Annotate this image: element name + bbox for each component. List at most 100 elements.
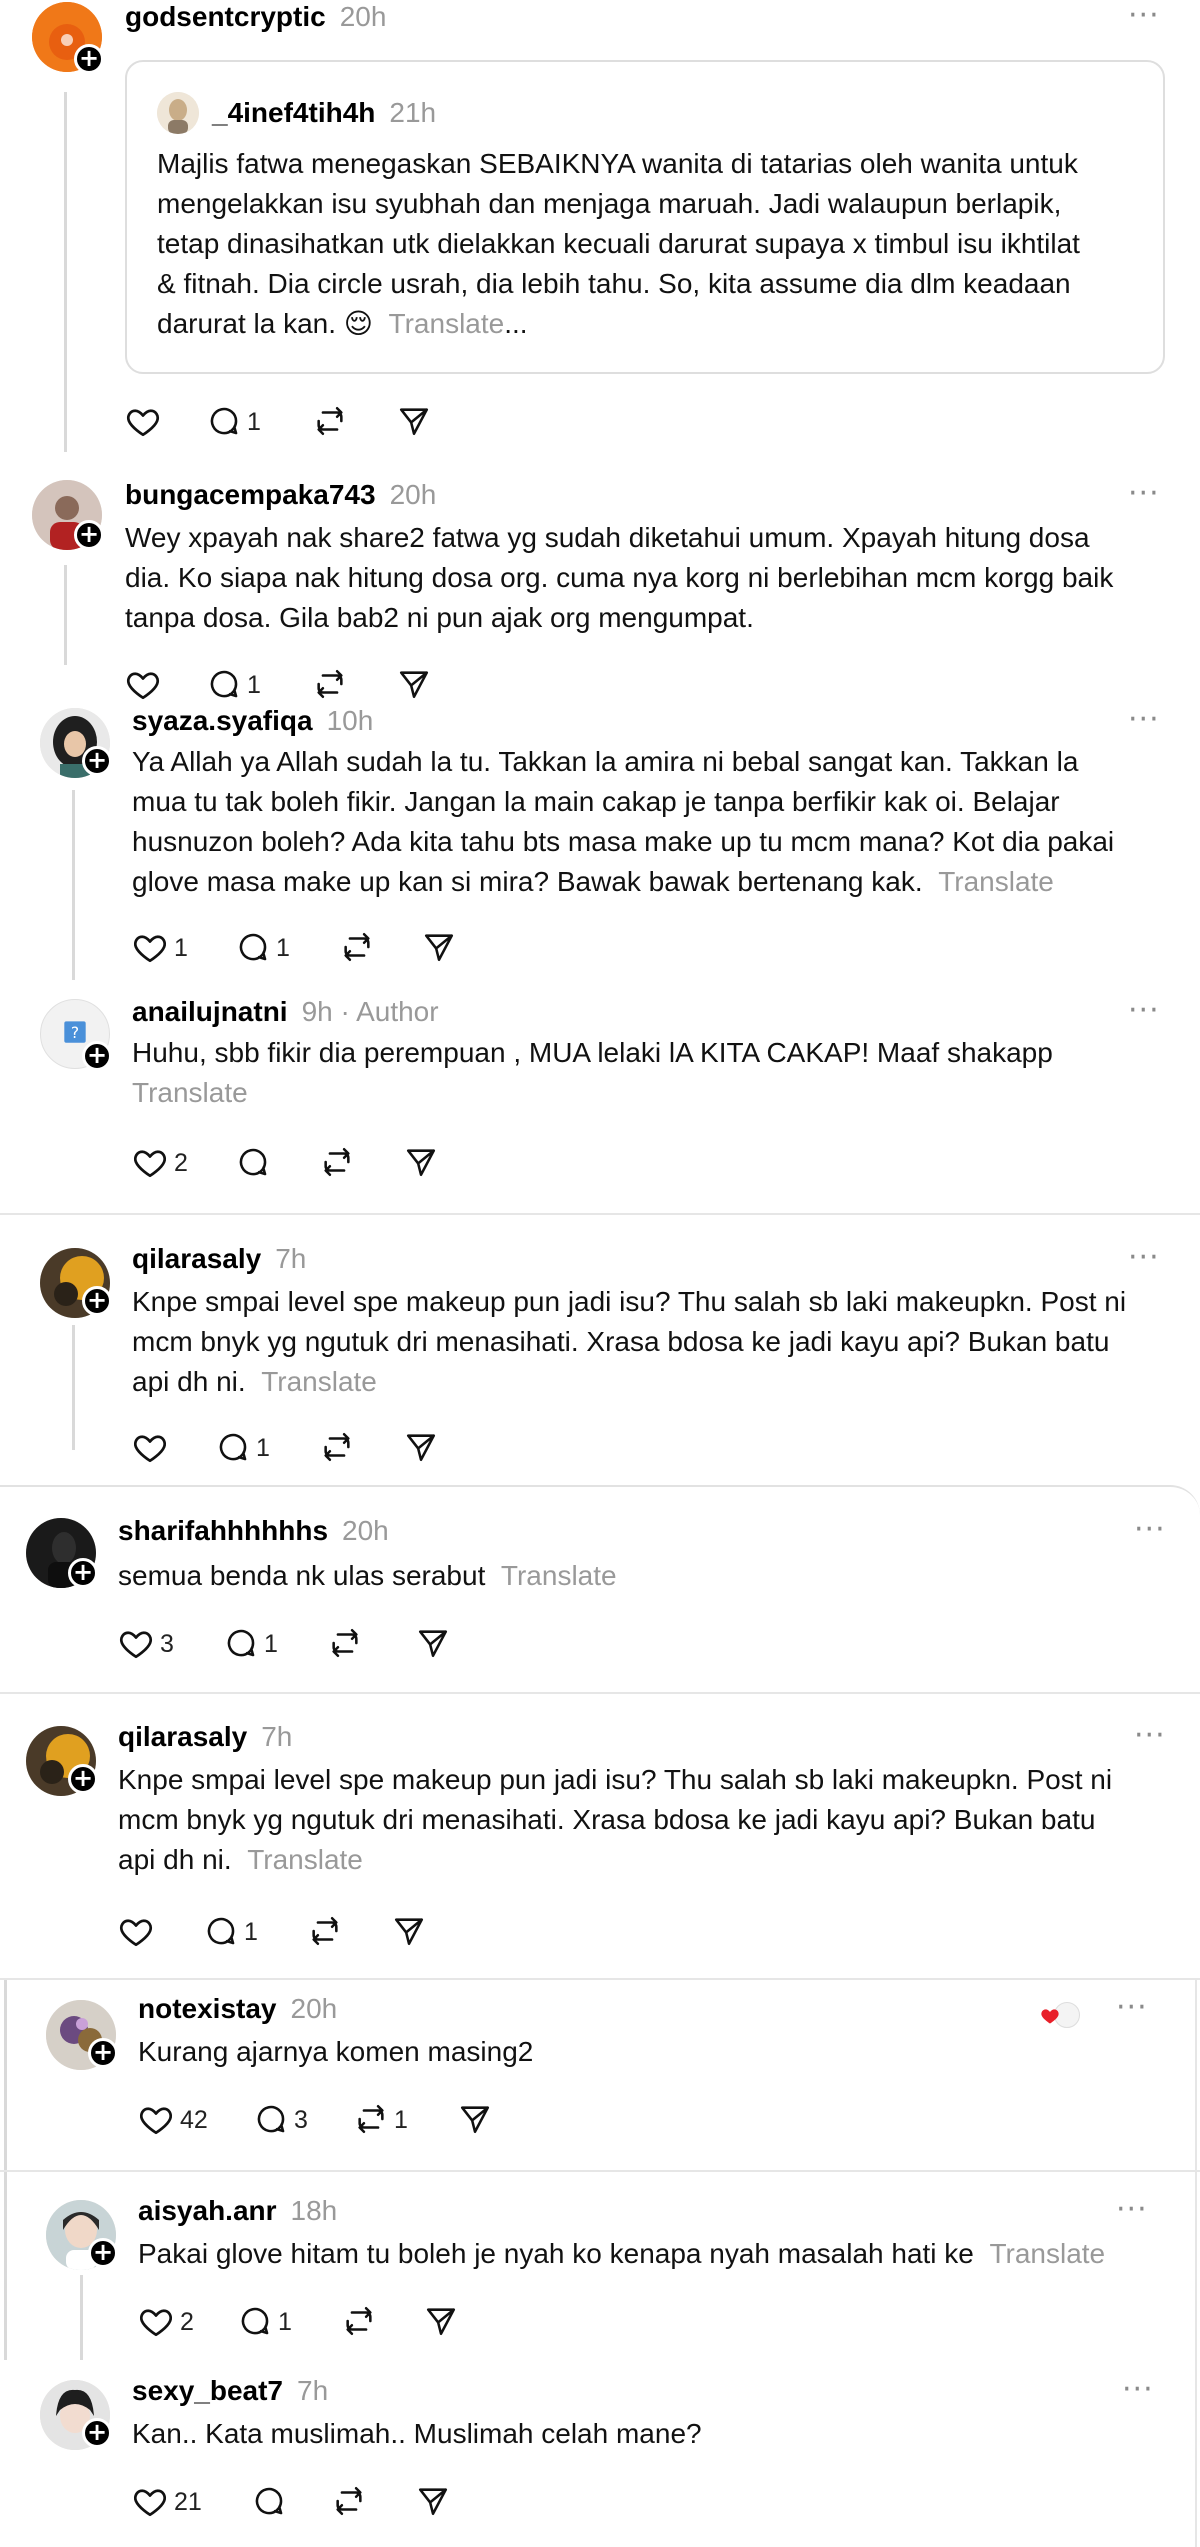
send-icon: [406, 1149, 436, 1177]
text-line: api dh ni.: [118, 1844, 232, 1875]
send-icon: [418, 2488, 448, 2516]
follow-button[interactable]: +: [82, 2418, 112, 2448]
more-options-icon[interactable]: ···: [1116, 1993, 1148, 2023]
username[interactable]: godsentcryptic: [125, 1, 326, 32]
reply-count: 1: [247, 408, 261, 436]
reply-count: 1: [278, 2308, 292, 2336]
timestamp: 20h: [389, 479, 437, 510]
text-line: Knpe smpai level spe makeup pun jadi isu…: [118, 1764, 1113, 1795]
like-count: 3: [160, 1630, 174, 1658]
follow-button[interactable]: +: [68, 1764, 98, 1794]
text-line: Huhu, sbb fikir dia perempuan , MUA lela…: [132, 1037, 1053, 1068]
follow-button[interactable]: +: [88, 2238, 118, 2268]
send-icon: [399, 408, 429, 436]
text-line: dia. Ko siapa nak hitung dosa org. cuma …: [125, 562, 1114, 593]
quoted-username[interactable]: _4inef4tih4h: [212, 97, 375, 128]
read-more[interactable]: ...: [504, 308, 527, 339]
translate-link[interactable]: Translate: [501, 1560, 617, 1591]
heart-icon: [139, 2309, 173, 2337]
thread-line: [64, 565, 67, 665]
follow-button[interactable]: +: [74, 44, 104, 74]
repost-icon: [324, 1432, 350, 1462]
translate-link[interactable]: Translate: [938, 866, 1054, 897]
follow-button[interactable]: +: [82, 1041, 112, 1071]
follow-button[interactable]: +: [82, 746, 112, 776]
follow-button[interactable]: +: [88, 2038, 118, 2068]
username[interactable]: aisyah.anr: [138, 2195, 277, 2226]
timestamp: 20h: [290, 1993, 338, 2024]
more-options-icon[interactable]: ···: [1128, 705, 1160, 735]
send-icon: [426, 2308, 456, 2336]
heart-icon: [133, 1435, 167, 1463]
quoted-post[interactable]: _4inef4tih4h 21h Majlis fatwa menegaskan …: [125, 60, 1165, 374]
reply-count: 1: [276, 934, 290, 962]
heart-icon: [1041, 2009, 1059, 2024]
reply-icon: [210, 670, 238, 698]
reply-icon: [257, 2105, 285, 2133]
more-options-icon[interactable]: ···: [1128, 479, 1160, 509]
more-options-icon[interactable]: ···: [1128, 996, 1160, 1026]
translate-link[interactable]: Translate: [247, 1844, 363, 1875]
username[interactable]: qilarasaly: [118, 1721, 247, 1752]
liked-by-author-badge: [1040, 2002, 1080, 2028]
username[interactable]: sexy_beat7: [132, 2375, 283, 2406]
send-icon: [394, 1918, 424, 1946]
reply-count: 1: [247, 671, 261, 699]
repost-icon: [317, 406, 343, 436]
translate-link[interactable]: Translate: [389, 308, 505, 339]
more-options-icon[interactable]: ···: [1122, 2375, 1154, 2405]
send-icon: [406, 1434, 436, 1462]
username[interactable]: sharifahhhhhhs: [118, 1515, 328, 1546]
translate-link[interactable]: Translate: [989, 2238, 1105, 2269]
text-line: husnuzon boleh? Ada kita tahu bts masa m…: [132, 826, 1115, 857]
post-text: Wey xpayah nak share2 fatwa yg sudah dik…: [125, 518, 1113, 638]
divider: [0, 1213, 1200, 1215]
text-line: mcm bnyk yg ngutuk dri menasihati. Xrasa…: [132, 1326, 1110, 1357]
send-icon: [418, 1630, 448, 1658]
heart-icon: [133, 2489, 167, 2517]
author-badge: · Author: [340, 996, 439, 1027]
reply-icon: [239, 1148, 267, 1176]
post-text: Ya Allah ya Allah sudah la tu. Takkan la…: [132, 742, 1114, 902]
text-line: tanpa dosa. Gila bab2 ni pun ajak org me…: [125, 602, 754, 633]
quoted-avatar: [157, 92, 199, 134]
more-options-icon[interactable]: ···: [1134, 1515, 1166, 1545]
follow-button[interactable]: +: [82, 1286, 112, 1316]
follow-button[interactable]: +: [74, 520, 104, 550]
more-options-icon[interactable]: ···: [1128, 1, 1160, 31]
heart-icon: [119, 1919, 153, 1947]
timestamp: 20h: [342, 1515, 389, 1546]
thread-line: [72, 790, 75, 980]
repost-icon: [332, 1628, 358, 1658]
divider: [0, 1692, 1200, 1694]
heart-icon: [133, 935, 167, 963]
repost-icon: [317, 669, 343, 699]
username[interactable]: bungacempaka743: [125, 479, 376, 510]
username[interactable]: syaza.syafiqa: [132, 705, 313, 736]
heart-icon: [126, 672, 160, 700]
timestamp: 9h: [301, 996, 333, 1027]
reply-icon: [239, 933, 267, 961]
translate-link[interactable]: Translate: [132, 1073, 1053, 1113]
repost-icon: [358, 2104, 384, 2134]
heart-icon: [119, 1631, 153, 1659]
follow-button[interactable]: +: [68, 1558, 98, 1588]
text-line: semua benda nk ulas serabut: [118, 1560, 486, 1591]
timestamp: 20h: [339, 1, 387, 32]
post-text: Kurang ajarnya komen masing2: [138, 2032, 533, 2072]
like-count: 2: [174, 1149, 188, 1177]
text-line: darurat la kan. 😌: [157, 308, 373, 339]
username[interactable]: anailujnatni: [132, 996, 288, 1027]
post-text: Kan.. Kata muslimah.. Muslimah celah man…: [132, 2414, 702, 2454]
text-line: Wey xpayah nak share2 fatwa yg sudah dik…: [125, 522, 1090, 553]
more-options-icon[interactable]: ···: [1128, 1243, 1160, 1273]
reply-icon: [241, 2307, 269, 2335]
heart-icon: [139, 2107, 173, 2135]
more-options-icon[interactable]: ···: [1134, 1721, 1166, 1751]
section-card-edge: [0, 1485, 1200, 1515]
username[interactable]: notexistay: [138, 1993, 277, 2024]
more-options-icon[interactable]: ···: [1116, 2195, 1148, 2225]
repost-icon: [324, 1147, 350, 1177]
translate-link[interactable]: Translate: [261, 1366, 377, 1397]
username[interactable]: qilarasaly: [132, 1243, 261, 1274]
